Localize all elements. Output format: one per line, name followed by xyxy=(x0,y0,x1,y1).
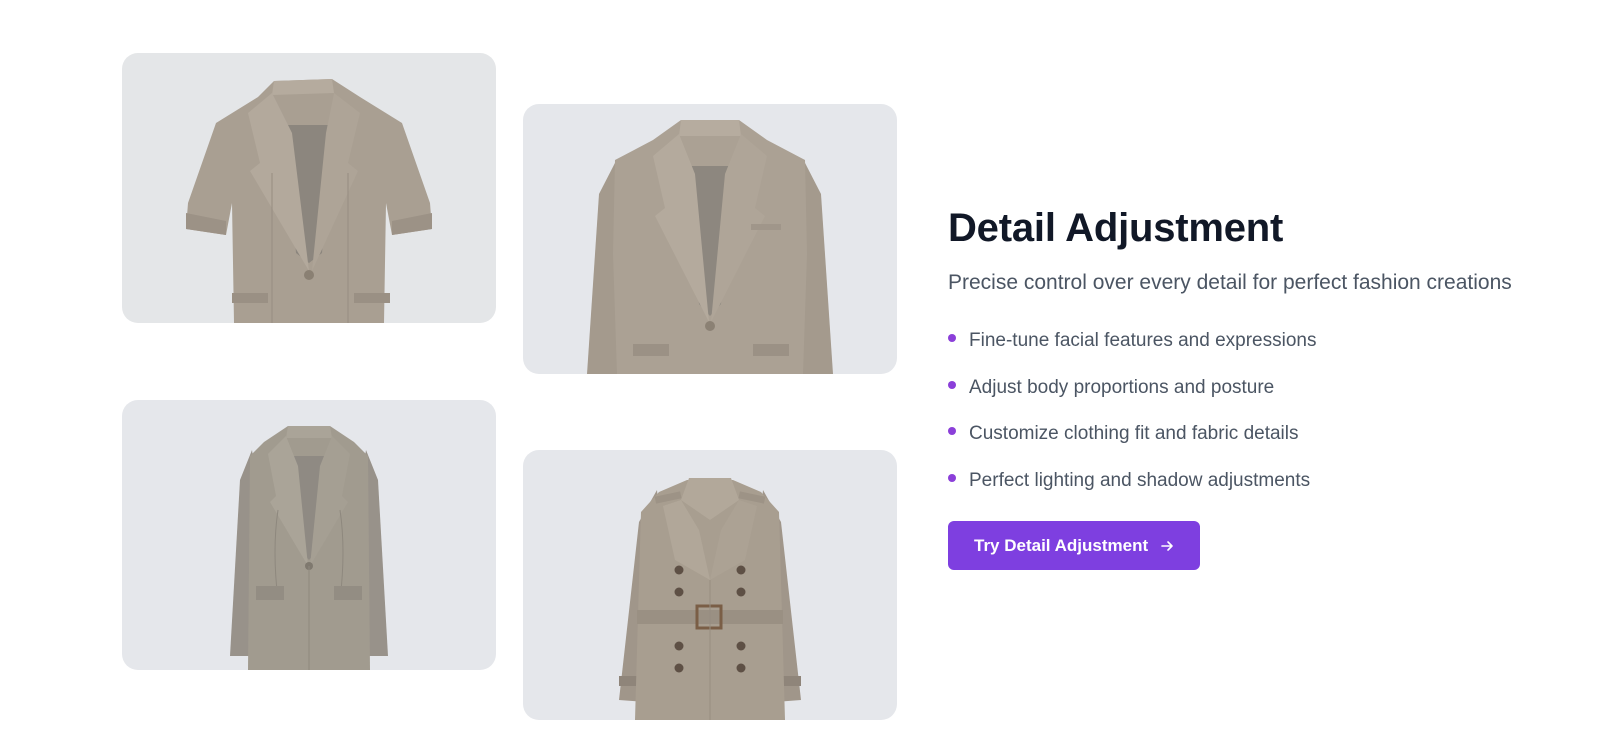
gallery-image-short-sleeve-blazer xyxy=(122,53,496,323)
feature-item: Perfect lighting and shadow adjustments xyxy=(948,458,1548,505)
feature-text: Adjust body proportions and posture xyxy=(969,376,1275,398)
gallery-image-trench-coat xyxy=(523,450,897,720)
feature-text: Perfect lighting and shadow adjustments xyxy=(969,469,1311,491)
short-sleeve-blazer-illustration xyxy=(186,79,432,323)
feature-item: Adjust body proportions and posture xyxy=(948,365,1548,412)
cta-label: Try Detail Adjustment xyxy=(974,535,1149,555)
feature-item: Fine-tune facial features and expression… xyxy=(948,318,1548,365)
feature-text: Fine-tune facial features and expression… xyxy=(969,330,1317,352)
bullet-dot-icon xyxy=(948,334,956,343)
bullet-dot-icon xyxy=(948,473,956,482)
trench-coat-illustration xyxy=(619,478,801,720)
feature-text: Customize clothing fit and fabric detail… xyxy=(969,423,1299,445)
feature-list: Fine-tune facial features and expression… xyxy=(948,318,1548,504)
feature-item: Customize clothing fit and fabric detail… xyxy=(948,411,1548,458)
long-sleeve-blazer-illustration xyxy=(587,120,833,374)
section-subtitle: Precise control over every detail for pe… xyxy=(948,271,1512,294)
gallery-image-long-tweed-coat xyxy=(122,400,496,670)
gallery-image-long-sleeve-blazer xyxy=(523,104,897,374)
feature-section: Detail Adjustment Precise control over e… xyxy=(948,200,1548,570)
section-title: Detail Adjustment xyxy=(948,206,1284,250)
bullet-dot-icon xyxy=(948,380,956,389)
try-detail-adjustment-button[interactable]: Try Detail Adjustment xyxy=(948,521,1201,570)
long-tweed-coat-illustration xyxy=(230,426,388,670)
arrow-right-icon xyxy=(1161,540,1173,551)
bullet-dot-icon xyxy=(948,427,956,436)
